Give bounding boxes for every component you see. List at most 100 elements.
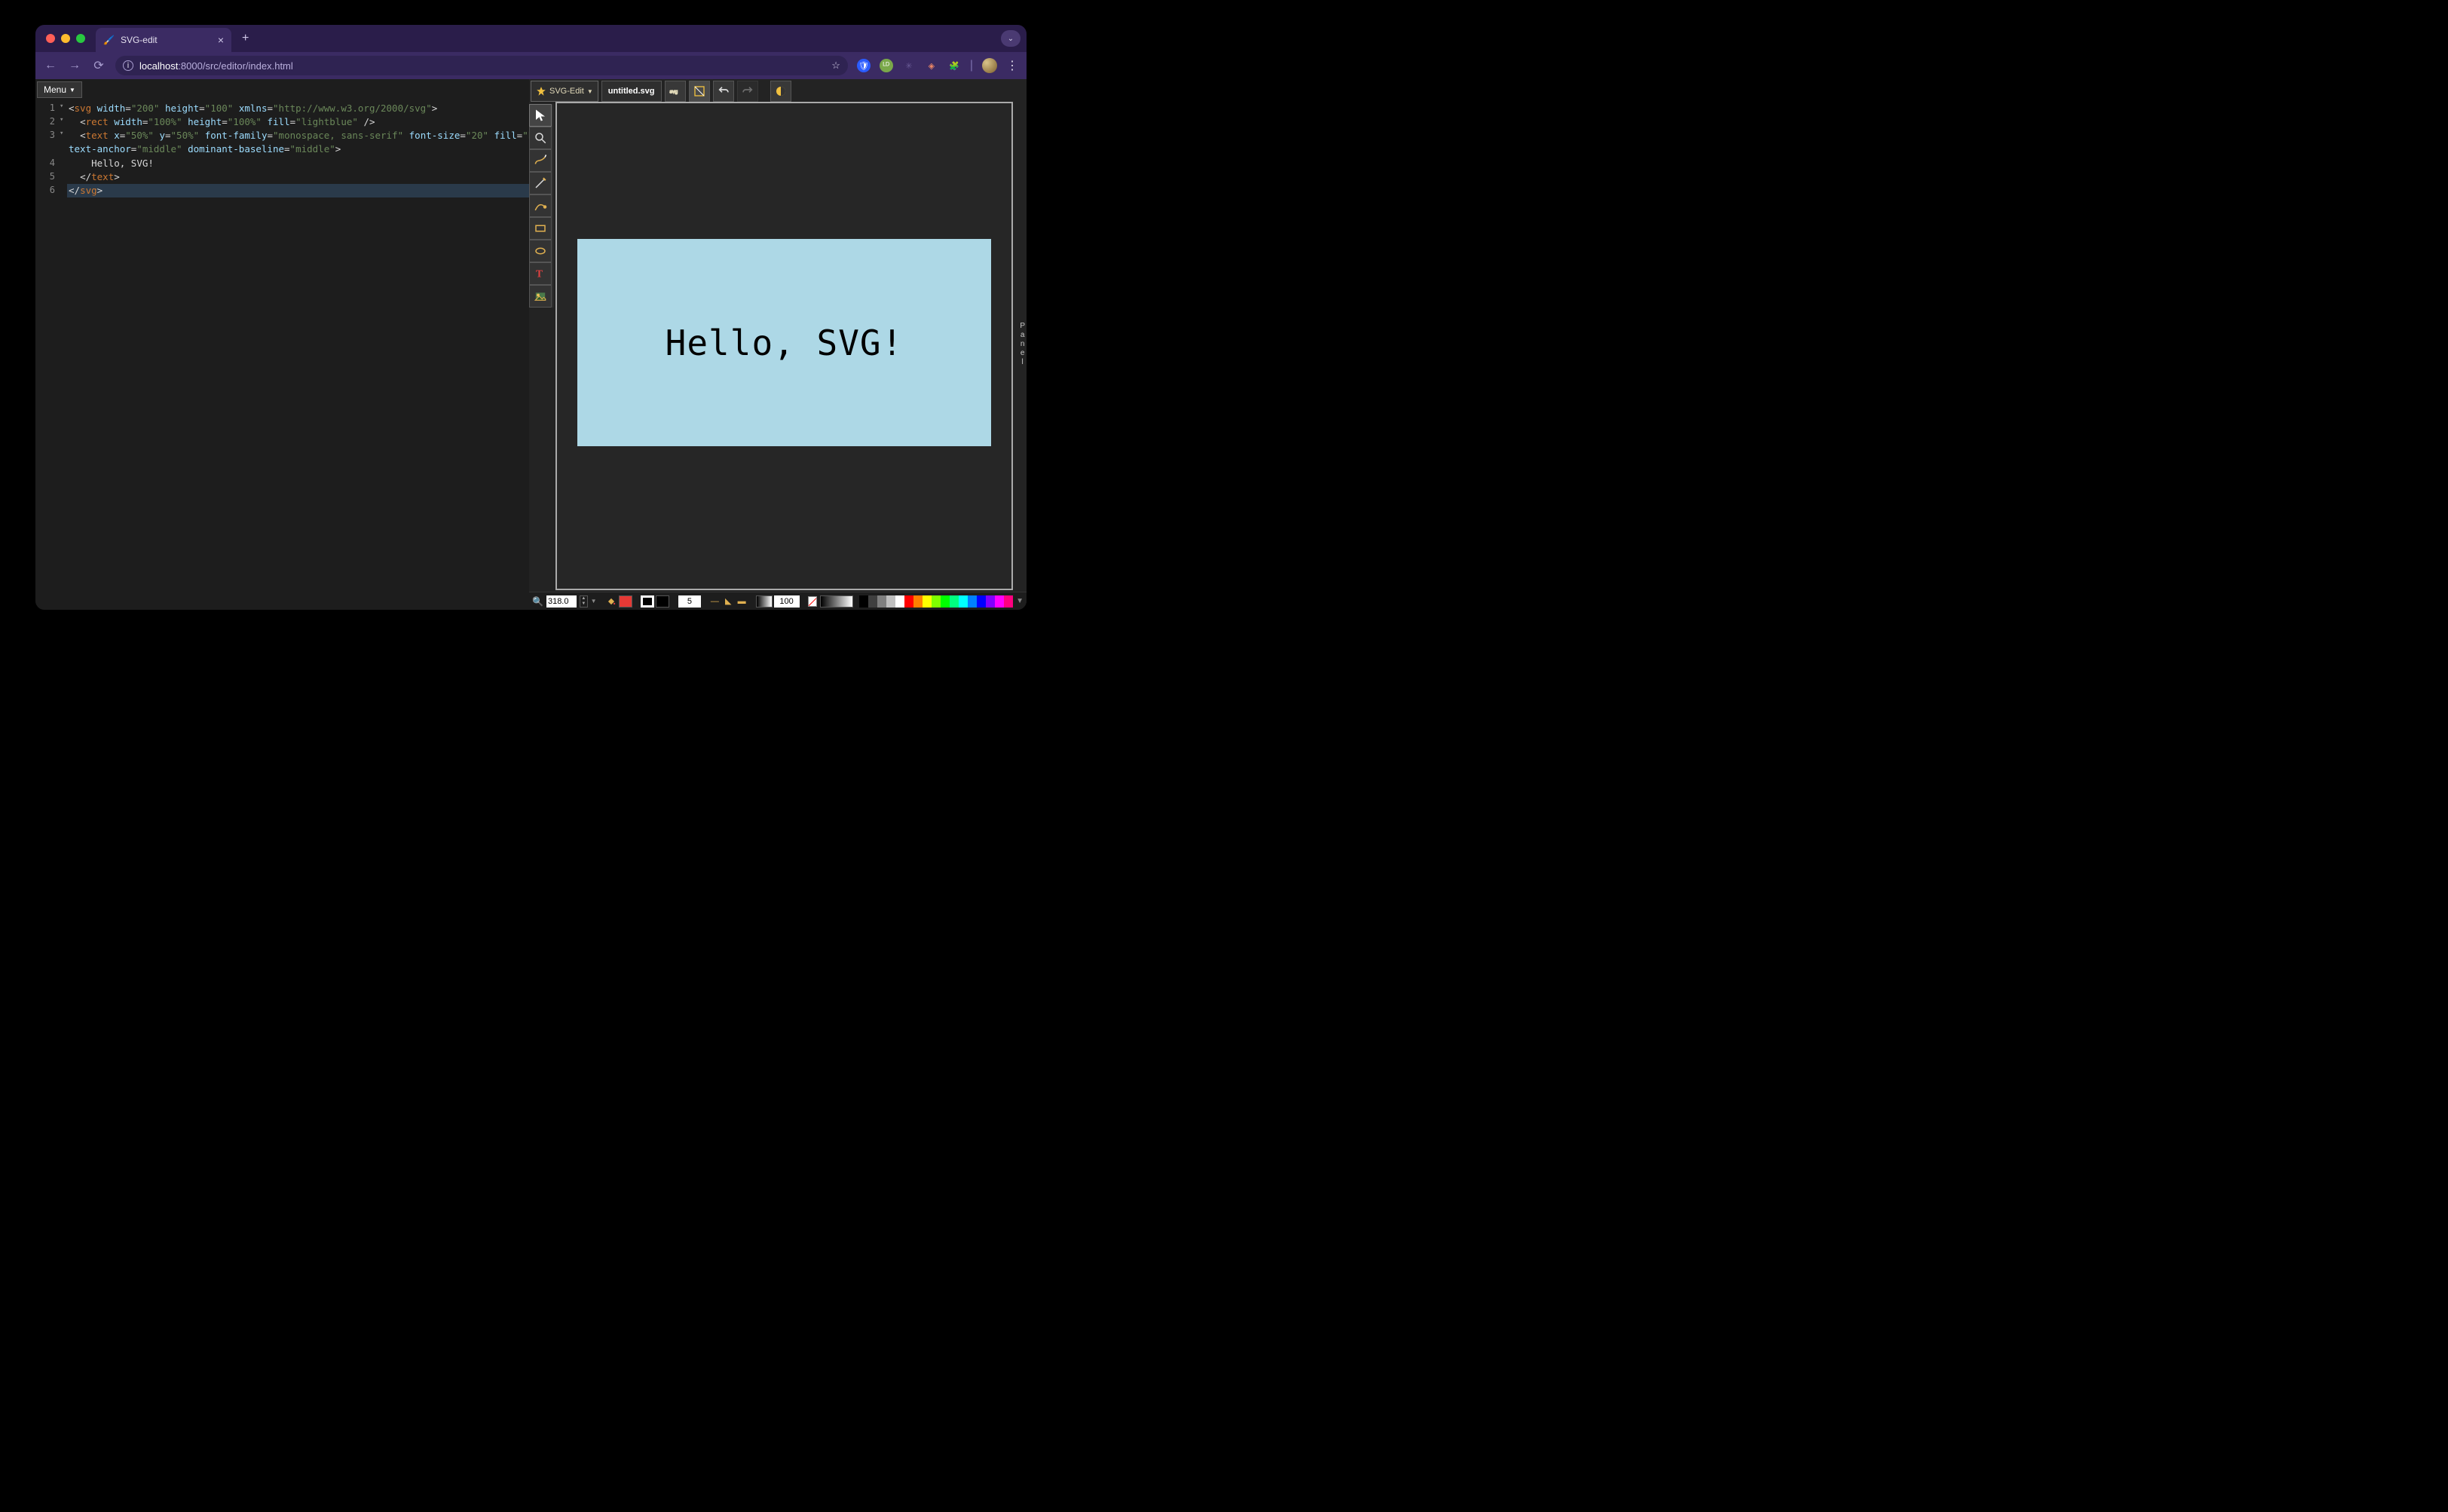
stroke-linecap-select[interactable]: ▬: [736, 595, 747, 608]
maximize-window-button[interactable]: [76, 34, 85, 43]
rect-tool[interactable]: [529, 217, 552, 240]
palette-swatch[interactable]: [904, 595, 913, 608]
extension-round-icon[interactable]: ᴸᴰ: [880, 59, 893, 72]
palette-swatch[interactable]: [977, 595, 986, 608]
minimize-window-button[interactable]: [61, 34, 70, 43]
menu-label: Menu: [44, 84, 66, 95]
fill-color-swatch[interactable]: [619, 595, 632, 608]
brand-label: SVG-Edit: [549, 87, 584, 96]
tab-title: SVG-edit: [121, 35, 158, 45]
menu-button[interactable]: Menu ▼: [37, 81, 82, 98]
browser-tab[interactable]: 🖌️ SVG-edit ×: [96, 28, 231, 52]
extension-shield-icon[interactable]: 🛡: [857, 59, 871, 72]
text-tool[interactable]: T: [529, 262, 552, 285]
color-palette: [859, 595, 1013, 608]
svg-text:T: T: [536, 268, 543, 280]
extension-dim-icon[interactable]: ✳: [902, 59, 916, 72]
line-tool[interactable]: [529, 172, 552, 194]
stroke-width-input[interactable]: [678, 595, 701, 608]
browser-menu-button[interactable]: ⋮: [1006, 58, 1019, 73]
gutter-2: 2: [35, 115, 60, 129]
stroke-linejoin-select[interactable]: ◣: [723, 595, 733, 608]
nav-reload-button[interactable]: ⟳: [91, 58, 106, 73]
palette-swatch[interactable]: [941, 595, 950, 608]
palette-grayscale[interactable]: [820, 595, 853, 608]
svg-editor-panel: SVG-Edit ▼ untitled.svg svg: [529, 79, 1027, 610]
tool-palette: T: [529, 104, 553, 308]
wireframe-button[interactable]: [689, 81, 710, 102]
zoom-icon: 🔍: [532, 596, 543, 607]
site-info-icon[interactable]: i: [123, 60, 133, 71]
stroke-color-swatch[interactable]: [656, 595, 669, 608]
palette-swatch[interactable]: [950, 595, 959, 608]
code-panel: Menu ▼ 1▾<svg width="200" height="100" x…: [35, 79, 529, 610]
palette-swatch[interactable]: [959, 595, 968, 608]
palette-swatch[interactable]: [923, 595, 932, 608]
zoom-tool[interactable]: [529, 127, 552, 149]
select-tool[interactable]: [529, 104, 552, 127]
url-host: localhost: [139, 60, 178, 72]
address-input[interactable]: i localhost:8000/src/editor/index.html ☆: [115, 56, 848, 75]
palette-swatch[interactable]: [877, 595, 886, 608]
image-tool[interactable]: [529, 285, 552, 308]
svg-text:svg: svg: [669, 90, 678, 95]
tabs-dropdown-button[interactable]: ⌄: [1001, 30, 1021, 47]
opacity-group: [756, 595, 800, 608]
theme-toggle-button[interactable]: [770, 81, 791, 102]
undo-button[interactable]: [713, 81, 734, 102]
palette-swatch[interactable]: [913, 595, 923, 608]
opacity-icon: [756, 595, 773, 608]
palette-swatch[interactable]: [968, 595, 977, 608]
right-panel-handle[interactable]: Panel: [1020, 322, 1025, 367]
traffic-lights: [41, 34, 90, 43]
canvas-viewport[interactable]: Hello, SVG!: [555, 102, 1013, 590]
zoom-dropdown[interactable]: ▼: [591, 598, 597, 604]
svg-rendered-text: Hello, SVG!: [666, 323, 904, 363]
nav-forward-button[interactable]: →: [67, 58, 82, 73]
source-edit-button[interactable]: svg: [665, 81, 686, 102]
palette-swatch[interactable]: [868, 595, 877, 608]
editor-toolbar: SVG-Edit ▼ untitled.svg svg: [529, 79, 1027, 102]
code-text-content: Hello, SVG!: [91, 158, 154, 169]
extension-diamond-icon[interactable]: ◈: [925, 59, 938, 72]
palette-no-color[interactable]: [808, 596, 817, 607]
pencil-tool[interactable]: [529, 149, 552, 172]
zoom-input[interactable]: [546, 595, 577, 608]
bottom-status-bar: 🔍 ▲▼ ▼ —: [529, 592, 1027, 610]
close-tab-button[interactable]: ×: [218, 34, 224, 46]
palette-swatch[interactable]: [859, 595, 868, 608]
code-editor[interactable]: 1▾<svg width="200" height="100" xmlns="h…: [35, 102, 529, 610]
palette-more-icon[interactable]: ▼: [1016, 597, 1024, 605]
fill-group: [605, 595, 632, 608]
new-tab-button[interactable]: +: [237, 29, 253, 48]
stroke-group: [641, 595, 669, 608]
gutter-3: 3: [35, 129, 60, 142]
nav-back-button[interactable]: ←: [43, 58, 58, 73]
browser-window: 🖌️ SVG-edit × + ⌄ ← → ⟳ i localhost:8000…: [35, 25, 1027, 610]
palette-swatch[interactable]: [995, 595, 1004, 608]
extensions-puzzle-icon[interactable]: 🧩: [947, 59, 961, 72]
palette-swatch[interactable]: [1004, 595, 1013, 608]
gutter-5: 5: [35, 170, 60, 184]
opacity-input[interactable]: [774, 595, 800, 608]
stroke-dash-select[interactable]: —: [709, 595, 720, 608]
gutter-6: 6: [35, 184, 60, 197]
palette-swatch[interactable]: [895, 595, 904, 608]
path-tool[interactable]: [529, 194, 552, 217]
fill-bucket-icon: [605, 595, 617, 608]
filename-label: untitled.svg: [601, 81, 662, 102]
svg-canvas[interactable]: Hello, SVG!: [577, 239, 991, 446]
caret-down-icon: ▼: [587, 88, 593, 95]
zoom-spinner[interactable]: ▲▼: [580, 595, 588, 608]
palette-swatch[interactable]: [932, 595, 941, 608]
palette-swatch[interactable]: [986, 595, 995, 608]
bookmark-star-icon[interactable]: ☆: [831, 60, 840, 72]
palette-swatch[interactable]: [886, 595, 895, 608]
ellipse-tool[interactable]: [529, 240, 552, 262]
redo-button[interactable]: [737, 81, 758, 102]
close-window-button[interactable]: [46, 34, 55, 43]
browser-address-bar: ← → ⟳ i localhost:8000/src/editor/index.…: [35, 52, 1027, 79]
profile-avatar[interactable]: [982, 58, 997, 73]
svg-edit-brand-button[interactable]: SVG-Edit ▼: [531, 81, 598, 102]
gutter-1: 1: [35, 102, 60, 115]
